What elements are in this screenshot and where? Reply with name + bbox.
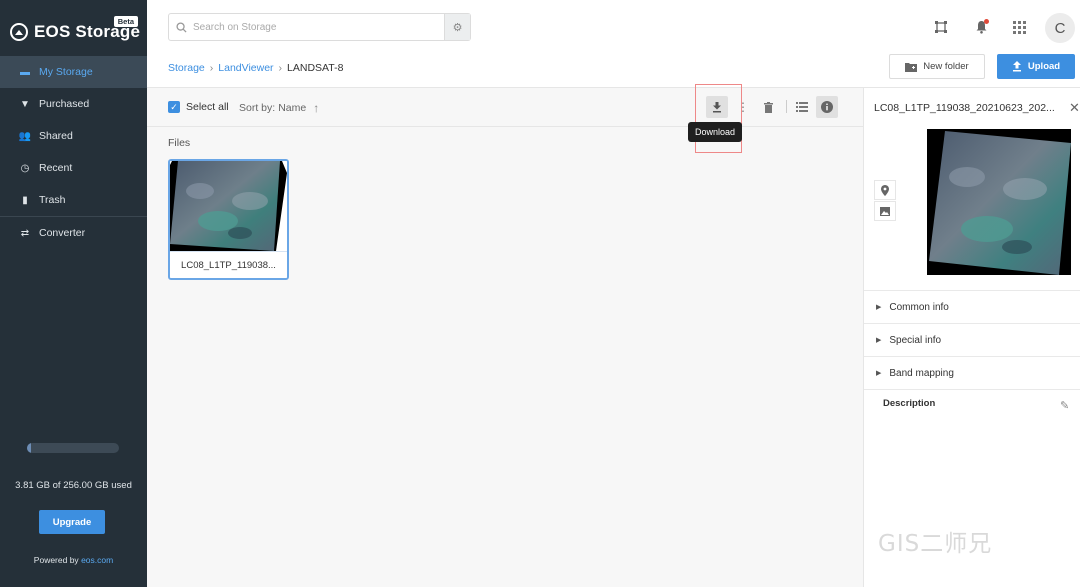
notification-dot — [984, 19, 989, 24]
accordion-label: Special info — [889, 334, 942, 346]
file-card[interactable]: LC08_L1TP_119038... — [168, 159, 289, 280]
sidebar-item-label: Purchased — [39, 98, 90, 110]
accordion-divider — [864, 389, 1080, 390]
satellite-thumbnail-image — [170, 161, 287, 251]
files-section-label: Files — [168, 137, 191, 149]
notification-bell-icon[interactable] — [972, 18, 990, 36]
accordion-common-info[interactable]: ▶ Common info — [864, 290, 1080, 323]
highlight-frame — [695, 84, 742, 153]
sidebar-item-purchased[interactable]: ▼ Purchased — [0, 88, 147, 120]
breadcrumb-current: LANDSAT-8 — [287, 62, 344, 74]
accordion-label: Band mapping — [889, 367, 954, 379]
accordion-special-info[interactable]: ▶ Special info — [864, 323, 1080, 356]
clock-icon: ◷ — [20, 162, 30, 174]
sidebar-item-label: Recent — [39, 162, 73, 174]
crop-frame-icon[interactable] — [932, 18, 950, 36]
sidebar-item-trash[interactable]: ▮ Trash — [0, 184, 147, 216]
accordion-label: Common info — [889, 301, 949, 313]
location-pin-icon[interactable] — [874, 180, 896, 200]
upload-icon — [1012, 61, 1021, 72]
sort-prefix: Sort by: — [239, 102, 276, 114]
breadcrumb: Storage › LandViewer › LANDSAT-8 — [168, 62, 343, 74]
scene-preview-image — [927, 129, 1071, 275]
edit-pencil-icon[interactable]: ✎ — [1060, 399, 1069, 412]
panel-title: LC08_L1TP_119038_20210623_202... — [874, 102, 1055, 114]
details-panel: LC08_L1TP_119038_20210623_202... ✕ ▶ Com… — [863, 88, 1080, 587]
checkbox-checked-icon: ✓ — [168, 101, 180, 113]
sidebar-item-converter[interactable]: ⇄ Converter — [0, 217, 147, 249]
caret-right-icon: ▶ — [876, 337, 882, 344]
folder-plus-icon — [905, 62, 918, 72]
top-bar: ⚙ C — [147, 0, 1080, 54]
sidebar-item-label: My Storage — [39, 66, 93, 78]
image-icon[interactable] — [874, 201, 896, 221]
sidebar: EOS Storage Beta ▬ My Storage ▼ Purchased 👥 S… — [0, 0, 147, 587]
upload-button[interactable]: Upload — [997, 54, 1075, 79]
watermark: GIS二师兄 — [878, 531, 993, 557]
storage-usage-text: 3.81 GB of 256.00 GB used — [15, 480, 132, 491]
accordion-band-mapping[interactable]: ▶ Band mapping — [864, 356, 1080, 389]
basket-icon: ▼ — [20, 98, 30, 110]
upload-label: Upload — [1027, 61, 1061, 72]
select-all-checkbox[interactable]: ✓ Select all — [168, 101, 229, 113]
sort-field: Name — [278, 102, 307, 114]
apps-grid-icon[interactable] — [1010, 18, 1028, 36]
sidebar-item-recent[interactable]: ◷ Recent — [0, 152, 147, 184]
file-toolbar: ✓ Select all Sort by: Name ↑ ⋮ Download — [147, 84, 863, 153]
breadcrumb-chevron-icon: › — [278, 62, 283, 74]
search-settings-gear-icon[interactable]: ⚙ — [444, 14, 470, 40]
new-folder-label: New folder — [923, 61, 969, 72]
new-folder-button[interactable]: New folder — [889, 54, 985, 79]
file-browser: ✓ Select all Sort by: Name ↑ ⋮ Download … — [147, 84, 863, 587]
people-icon: 👥 — [18, 130, 32, 142]
description-label: Description — [883, 398, 936, 409]
swap-icon: ⇄ — [20, 227, 30, 239]
sidebar-item-shared[interactable]: 👥 Shared — [0, 120, 147, 152]
close-icon[interactable]: ✕ — [1069, 100, 1080, 116]
breadcrumb-storage[interactable]: Storage — [168, 62, 205, 74]
search-icon — [169, 21, 193, 33]
logo-mark-icon — [10, 23, 28, 41]
folder-icon: ▬ — [20, 66, 30, 78]
caret-right-icon: ▶ — [876, 370, 882, 377]
logo[interactable]: EOS Storage Beta — [10, 14, 140, 46]
powered-by: Powered by eos.com — [0, 555, 147, 565]
search-input[interactable] — [193, 21, 444, 33]
storage-progress-fill — [27, 443, 31, 453]
list-view-icon[interactable] — [791, 96, 813, 118]
storage-progress-bar — [27, 443, 119, 453]
trash-icon: ▮ — [22, 194, 28, 206]
breadcrumb-landviewer[interactable]: LandViewer — [218, 62, 273, 74]
sidebar-item-my-storage[interactable]: ▬ My Storage — [0, 56, 147, 88]
sort-arrow-up-icon[interactable]: ↑ — [313, 101, 319, 115]
eos-link[interactable]: eos.com — [81, 555, 113, 565]
caret-right-icon: ▶ — [876, 304, 882, 311]
powered-by-label: Powered by — [33, 555, 79, 565]
beta-badge: Beta — [113, 16, 138, 27]
sidebar-item-label: Shared — [39, 130, 73, 142]
sidebar-item-label: Trash — [39, 194, 66, 206]
sidebar-nav: ▬ My Storage ▼ Purchased 👥 Shared ◷ Recent ▮ Tras… — [0, 56, 147, 249]
sort-control[interactable]: Sort by: Name ↑ — [239, 101, 319, 115]
select-all-label: Select all — [186, 101, 229, 113]
file-name: LC08_L1TP_119038... — [170, 251, 287, 278]
user-avatar[interactable]: C — [1045, 13, 1075, 43]
sidebar-item-label: Converter — [39, 227, 86, 239]
upgrade-button[interactable]: Upgrade — [39, 510, 105, 534]
toolbar-separator — [786, 100, 787, 113]
info-icon[interactable] — [816, 96, 838, 118]
delete-trash-icon[interactable] — [757, 96, 779, 118]
download-tooltip: Download — [688, 122, 743, 142]
breadcrumb-chevron-icon: › — [209, 62, 214, 74]
search-box: ⚙ — [168, 13, 471, 41]
